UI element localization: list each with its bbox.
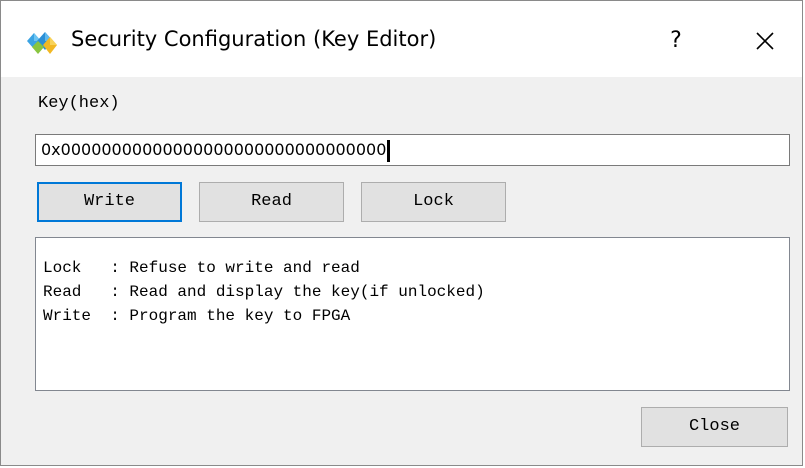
window-title: Security Configuration (Key Editor): [71, 27, 437, 51]
key-label: Key(hex): [38, 94, 120, 113]
close-icon[interactable]: [745, 21, 785, 61]
help-text-box: Lock : Refuse to write and read Read : R…: [35, 237, 790, 391]
diamond-logo-icon: [25, 27, 59, 57]
info-line-read: Read : Read and display the key(if unloc…: [43, 283, 485, 301]
key-value: 0x00000000000000000000000000000000: [41, 140, 387, 159]
write-button[interactable]: Write: [37, 182, 182, 222]
title-bar[interactable]: Security Configuration (Key Editor) ?: [1, 1, 802, 77]
help-button[interactable]: ?: [656, 21, 696, 61]
close-button[interactable]: Close: [641, 407, 788, 447]
text-caret: [387, 139, 391, 162]
info-line-write: Write : Program the key to FPGA: [43, 307, 351, 325]
key-hex-input[interactable]: 0x00000000000000000000000000000000: [35, 134, 790, 166]
read-button[interactable]: Read: [199, 182, 344, 222]
info-line-lock: Lock : Refuse to write and read: [43, 259, 360, 277]
dialog-window: Security Configuration (Key Editor) ? Ke…: [0, 0, 803, 466]
lock-button[interactable]: Lock: [361, 182, 506, 222]
